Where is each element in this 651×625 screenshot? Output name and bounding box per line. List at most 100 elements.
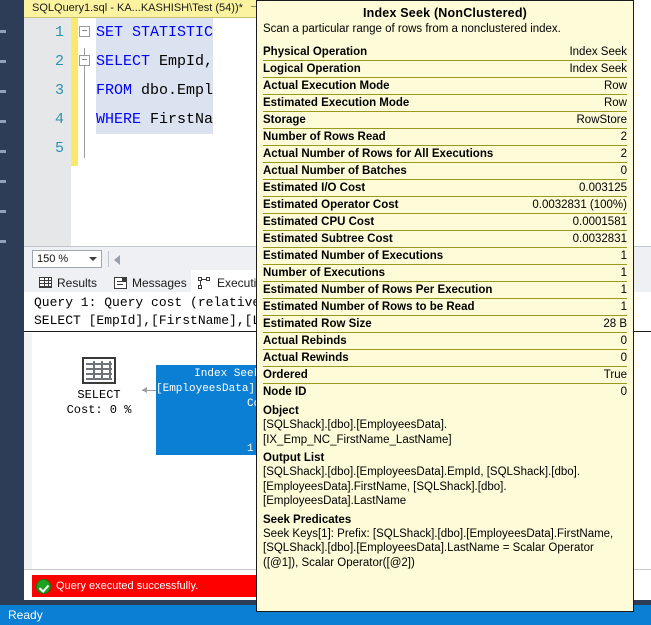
tooltip-section-body: [SQLShack].[dbo].[EmployeesData].[IX_Emp… <box>263 419 452 446</box>
tooltip-row-value: 1 <box>620 284 627 296</box>
nav-back-icon[interactable] <box>114 255 120 265</box>
code-line[interactable]: 3 FROM dbo.Empl <box>24 76 265 105</box>
sql-code-editor[interactable]: 1 − SET STATISTIC 2 − SELECT EmpId, 3 FR… <box>24 18 265 246</box>
tooltip-row-key: Ordered <box>263 369 308 381</box>
code-text: FROM dbo.Empl <box>96 76 214 105</box>
tooltip-section-object: Object [SQLShack].[dbo].[EmployeesData].… <box>257 400 633 447</box>
tooltip-row-value: 1 <box>620 250 627 262</box>
tooltip-section-heading: Output List <box>263 452 325 464</box>
chevron-down-icon[interactable] <box>89 257 97 261</box>
tooltip-row-value: 0 <box>620 352 627 364</box>
toolbar-separator <box>108 251 109 267</box>
tooltip-row-value: 28 B <box>603 318 627 330</box>
tab-results[interactable]: Results <box>32 270 107 292</box>
tooltip-row-value: 0.0032831 (100%) <box>532 199 627 211</box>
tooltip-row-value: 0 <box>620 165 627 177</box>
grid-icon <box>39 277 52 288</box>
tooltip-row: Actual Rebinds 0 <box>263 333 627 350</box>
plan-node-select[interactable]: SELECT Cost: 0 % <box>54 357 144 418</box>
tooltip-row-value: 0.0032831 <box>572 233 627 245</box>
tooltip-row-key: Estimated I/O Cost <box>263 182 366 194</box>
tooltip-row: Estimated Subtree Cost 0.0032831 <box>263 231 627 248</box>
tooltip-row-value: Row <box>603 97 627 109</box>
tooltip-section-seek-predicates: Seek Predicates Seek Keys[1]: Prefix: [S… <box>257 509 633 571</box>
zoom-level-value: 150 % <box>37 253 69 265</box>
tooltip-row-key: Node ID <box>263 386 307 398</box>
tooltip-row: Actual Number of Batches 0 <box>263 163 627 180</box>
tooltip-row-key: Actual Rebinds <box>263 335 347 347</box>
success-check-icon <box>36 578 51 594</box>
tooltip-row-key: Estimated Subtree Cost <box>263 233 393 245</box>
tooltip-row-key: Number of Executions <box>263 267 386 279</box>
tooltip-section-body: [SQLShack].[dbo].[EmployeesData].EmpId, … <box>263 466 581 507</box>
tooltip-property-rows: Physical Operation Index Seek Logical Ope… <box>257 44 633 400</box>
query-status-message: Query executed successfully. <box>32 575 279 597</box>
tooltip-row: Logical Operation Index Seek <box>263 61 627 78</box>
fold-toggle-icon[interactable]: − <box>79 55 90 66</box>
document-tab[interactable]: ⊣ SQLQuery1.sql - KA...KASHISH\Test (54)… <box>24 0 265 18</box>
tooltip-row-value: 0 <box>620 335 627 347</box>
tooltip-row-value: True <box>603 369 627 381</box>
tooltip-title: Index Seek (NonClustered) <box>362 6 528 20</box>
code-line[interactable]: 1 − SET STATISTIC <box>24 18 265 47</box>
tooltip-row: Ordered True <box>263 367 627 384</box>
tooltip-row: Estimated Number of Executions 1 <box>263 248 627 265</box>
ide-left-strip <box>0 0 24 600</box>
tooltip-row-value: 0.003125 <box>579 182 627 194</box>
tooltip-row-key: Estimated CPU Cost <box>263 216 375 228</box>
tab-messages[interactable]: Messages <box>107 270 196 292</box>
tooltip-row-value: 1 <box>620 301 627 313</box>
tooltip-row: Number of Executions 1 <box>263 265 627 282</box>
tooltip-row: Estimated Operator Cost 0.0032831 (100%) <box>263 197 627 214</box>
tooltip-row: Estimated Execution Mode Row <box>263 95 627 112</box>
tooltip-row-value: Index Seek <box>569 63 627 75</box>
tooltip-row-value: 0.0001581 <box>572 216 627 228</box>
line-number: 4 <box>54 111 64 128</box>
code-text: SET STATISTIC <box>96 18 214 47</box>
tooltip-row-key: Estimated Row Size <box>263 318 372 330</box>
tooltip-row: Estimated CPU Cost 0.0001581 <box>263 214 627 231</box>
tooltip-row-key: Estimated Execution Mode <box>263 97 410 109</box>
document-tab-label: SQLQuery1.sql - KA...KASHISH\Test (54))* <box>32 2 243 14</box>
tooltip-row-key: Estimated Operator Cost <box>263 199 399 211</box>
tooltip-row-value: Index Seek <box>569 46 627 58</box>
tooltip-row-key: Actual Number of Rows for All Executions <box>263 148 494 160</box>
select-operator-icon <box>82 357 116 384</box>
tooltip-row: Estimated Row Size 28 B <box>263 316 627 333</box>
tooltip-row: Number of Rows Read 2 <box>263 129 627 146</box>
tooltip-row: Estimated Number of Rows to be Read 1 <box>263 299 627 316</box>
tooltip-row-value: RowStore <box>576 114 628 126</box>
execution-plan-icon <box>198 276 212 290</box>
tooltip-row: Actual Execution Mode Row <box>263 78 627 95</box>
tooltip-section-output-list: Output List [SQLShack].[dbo].[EmployeesD… <box>257 447 633 509</box>
fold-toggle-icon[interactable]: − <box>79 26 90 37</box>
tooltip-row: Storage RowStore <box>263 112 627 129</box>
line-number: 1 <box>54 24 64 41</box>
tooltip-row-key: Logical Operation <box>263 63 361 75</box>
status-bar-text: Ready <box>8 608 43 622</box>
tooltip-row-key: Actual Number of Batches <box>263 165 407 177</box>
zoom-level-combobox[interactable]: 150 % <box>32 250 102 268</box>
plan-left-margin <box>24 333 32 569</box>
line-number: 2 <box>54 53 64 70</box>
tab-messages-label: Messages <box>132 275 187 290</box>
plan-node-select-cost: Cost: 0 % <box>66 403 132 417</box>
code-text: WHERE FirstNa <box>96 105 214 134</box>
tooltip-row: Estimated Number of Rows Per Execution 1 <box>263 282 627 299</box>
tooltip-row-key: Storage <box>263 114 306 126</box>
tooltip-row-key: Number of Rows Read <box>263 131 386 143</box>
tooltip-row-value: 2 <box>620 131 627 143</box>
query-status-text: Query executed successfully. <box>56 580 199 592</box>
tooltip-row-key: Actual Execution Mode <box>263 80 390 92</box>
tooltip-row-key: Estimated Number of Executions <box>263 250 444 262</box>
tooltip-row-value: 0 <box>620 386 627 398</box>
tooltip-row-key: Estimated Number of Rows to be Read <box>263 301 475 313</box>
tooltip-section-heading: Seek Predicates <box>263 513 352 526</box>
code-line[interactable]: 4 WHERE FirstNa <box>24 105 265 134</box>
code-line[interactable]: 2 − SELECT EmpId, <box>24 47 265 76</box>
index-seek-tooltip: Index Seek (NonClustered) Scan a particu… <box>256 0 634 612</box>
tooltip-row-value: 2 <box>620 148 627 160</box>
tooltip-row-value: 1 <box>620 267 627 279</box>
line-number: 3 <box>54 82 64 99</box>
code-line[interactable]: 5 <box>24 134 265 163</box>
